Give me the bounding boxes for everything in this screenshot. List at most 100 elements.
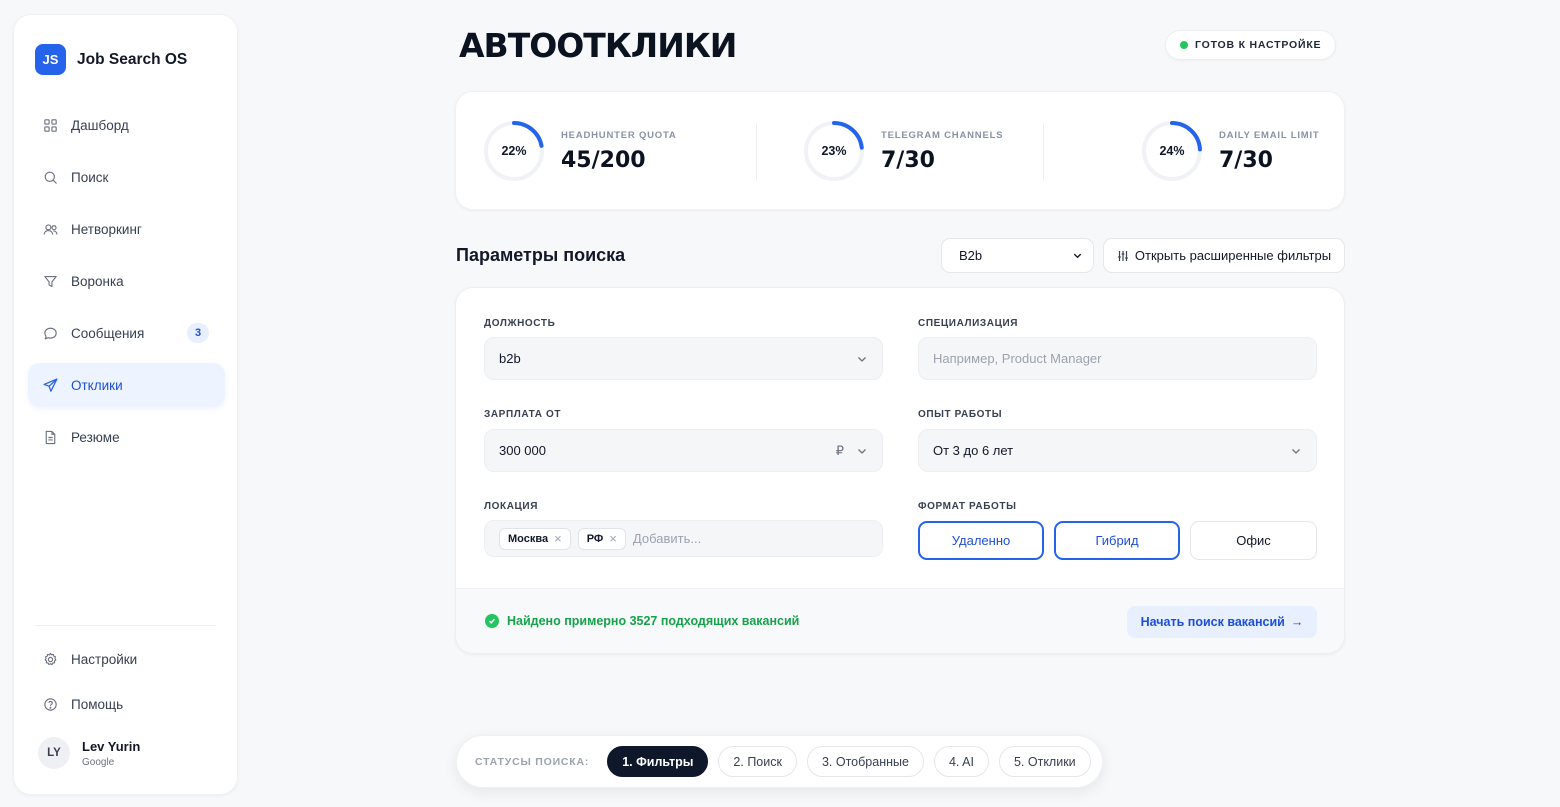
experience-select[interactable]: От 3 до 6 лет: [918, 429, 1317, 472]
quota-label: TELEGRAM CHANNELS: [881, 129, 1004, 141]
sidebar-item-dashboard[interactable]: Дашборд: [28, 103, 225, 147]
status-step-search[interactable]: 2. Поиск: [718, 746, 797, 777]
sidebar-item-settings[interactable]: Настройки: [28, 637, 225, 681]
unread-badge: 3: [187, 323, 209, 343]
start-search-button[interactable]: Начать поиск вакансий →: [1127, 606, 1317, 638]
format-office-button[interactable]: Офис: [1190, 521, 1317, 560]
avatar: LY: [38, 737, 70, 769]
sidebar-item-networking[interactable]: Нетворкинг: [28, 207, 225, 251]
status-badge: ГОТОВ К НАСТРОЙКЕ: [1165, 30, 1337, 60]
experience-value: От 3 до 6 лет: [933, 443, 1014, 458]
position-label: ДОЛЖНОСТЬ: [484, 318, 556, 329]
location-input[interactable]: Москва × РФ × Добавить...: [484, 520, 883, 557]
sidebar-item-search[interactable]: Поиск: [28, 155, 225, 199]
quota-divider: [756, 124, 757, 180]
quota-value: 7/30: [1219, 147, 1273, 173]
search-icon: [44, 171, 57, 184]
quota-label: HEADHUNTER QUOTA: [561, 129, 677, 141]
location-add-placeholder[interactable]: Добавить...: [633, 531, 701, 546]
send-icon: [43, 377, 58, 392]
chevron-down-icon: [1292, 449, 1300, 454]
quota-percent: 23%: [821, 144, 847, 158]
main-nav: Дашборд Поиск Нетворкинг Воронка Сообщен…: [28, 103, 225, 467]
brand-name: Job Search OS: [77, 50, 188, 68]
status-step-filters[interactable]: 1. Фильтры: [607, 746, 709, 777]
position-select[interactable]: b2b: [484, 337, 883, 380]
close-icon[interactable]: ×: [609, 531, 617, 546]
document-icon: [45, 430, 56, 444]
chevron-down-icon: [858, 357, 866, 362]
format-remote-button[interactable]: Удаленно: [918, 521, 1044, 560]
sliders-icon: [1118, 250, 1128, 261]
sidebar-item-label: Помощь: [71, 696, 124, 712]
quota-headhunter: 22% HEADHUNTER QUOTA 45/200: [483, 120, 677, 182]
salary-value: 300 000: [499, 443, 546, 458]
help-icon: [44, 697, 57, 711]
quota-percent: 22%: [501, 144, 527, 158]
sidebar-item-responses[interactable]: Отклики: [28, 363, 225, 407]
salary-input[interactable]: 300 000 ₽: [484, 429, 883, 472]
sidebar-item-funnel[interactable]: Воронка: [28, 259, 225, 303]
users-icon: [43, 223, 58, 235]
start-search-label: Начать поиск вакансий: [1140, 615, 1285, 629]
status-step-ai[interactable]: 4. AI: [933, 746, 989, 777]
status-dot: [1180, 41, 1188, 49]
found-text: Найдено примерно 3527 подходящих ваканси…: [507, 614, 800, 628]
grid-icon: [44, 118, 57, 132]
quota-email: 24% DAILY EMAIL LIMIT 7/30: [1141, 120, 1320, 182]
sidebar-item-label: Сообщения: [71, 325, 145, 341]
user-profile[interactable]: LY Lev Yurin Google: [38, 737, 140, 769]
gear-icon: [44, 652, 57, 665]
status-text: ГОТОВ К НАСТРОЙКЕ: [1195, 39, 1322, 51]
work-format-label: ФОРМАТ РАБОТЫ: [918, 501, 1017, 512]
quota-ring: 23%: [803, 120, 865, 182]
preset-select[interactable]: B2b: [941, 238, 1094, 273]
found-summary: Найдено примерно 3527 подходящих ваканси…: [485, 614, 799, 628]
brand[interactable]: JS Job Search OS: [35, 44, 187, 75]
quota-telegram: 23% TELEGRAM CHANNELS 7/30: [803, 120, 1003, 182]
specialization-label: СПЕЦИАЛИЗАЦИЯ: [918, 318, 1019, 329]
quota-percent: 24%: [1159, 144, 1185, 158]
status-step-selected[interactable]: 3. Отобранные: [806, 746, 924, 777]
close-icon[interactable]: ×: [554, 531, 562, 546]
user-name: Lev Yurin: [82, 738, 141, 754]
position-value: b2b: [499, 351, 521, 366]
location-tag: РФ ×: [577, 527, 626, 550]
sidebar-item-label: Настройки: [71, 651, 138, 667]
advanced-filters-button[interactable]: Открыть расширенные фильтры: [1103, 238, 1345, 273]
quota-ring: 24%: [1141, 120, 1203, 182]
sidebar-item-label: Нетворкинг: [71, 221, 142, 237]
search-status-bar: СТАТУСЫ ПОИСКА: 1. Фильтры 2. Поиск 3. О…: [456, 735, 1103, 788]
preset-value: B2b: [959, 248, 983, 263]
location-tag-label: Москва: [508, 532, 549, 545]
quota-divider: [1043, 124, 1044, 180]
quota-ring: 22%: [483, 120, 545, 182]
sidebar-item-resume[interactable]: Резюме: [28, 415, 225, 459]
arrow-right-icon: →: [1290, 615, 1304, 629]
status-step-responses[interactable]: 5. Отклики: [998, 746, 1091, 777]
funnel-icon: [44, 275, 57, 287]
sidebar-item-label: Воронка: [71, 273, 124, 289]
search-form-card: ДОЛЖНОСТЬ b2b СПЕЦИАЛИЗАЦИЯ Например, Pr…: [455, 287, 1345, 654]
sidebar-item-label: Дашборд: [71, 117, 129, 133]
quota-value: 7/30: [881, 147, 935, 173]
sidebar-item-messages[interactable]: Сообщения 3: [28, 311, 225, 355]
format-hybrid-button[interactable]: Гибрид: [1054, 521, 1180, 560]
location-tag-label: РФ: [586, 532, 604, 545]
chevron-down-icon: [1073, 253, 1082, 259]
advanced-filters-label: Открыть расширенные фильтры: [1134, 248, 1332, 263]
page-title: АВТООТКЛИКИ: [459, 26, 737, 65]
status-bar-label: СТАТУСЫ ПОИСКА:: [475, 755, 590, 768]
specialization-input[interactable]: Например, Product Manager: [918, 337, 1317, 380]
sidebar-item-help[interactable]: Помощь: [28, 682, 225, 726]
sidebar: JS Job Search OS Дашборд Поиск Нетворкин…: [13, 14, 238, 795]
location-tag: Москва ×: [499, 527, 571, 550]
check-circle-icon: [485, 614, 499, 628]
sidebar-item-label: Резюме: [71, 429, 120, 445]
bottom-nav: Настройки Помощь: [28, 637, 225, 727]
quota-card: 22% HEADHUNTER QUOTA 45/200 23% TELEGRAM…: [455, 91, 1345, 210]
salary-label: ЗАРПЛАТА ОТ: [484, 409, 562, 420]
chevron-down-icon[interactable]: [856, 445, 868, 457]
experience-label: ОПЫТ РАБОТЫ: [918, 409, 1003, 420]
specialization-placeholder: Например, Product Manager: [933, 351, 1102, 366]
